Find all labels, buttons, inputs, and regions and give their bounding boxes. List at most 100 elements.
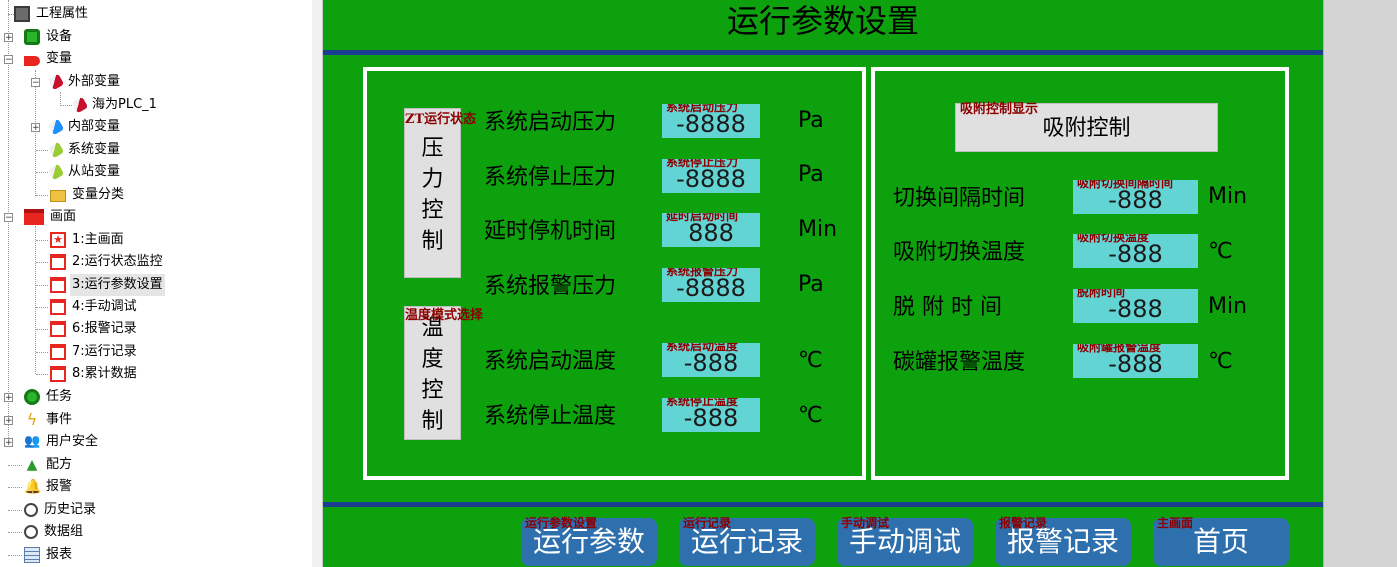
label-canister-alarm-temperature: 碳罐报警温度 — [893, 350, 1026, 375]
tree-item-recipe[interactable]: ▲ 配方 — [8, 454, 74, 476]
tree-item-label: 用户安全 — [46, 434, 99, 449]
pressure-control-button[interactable]: 压 力 控 制 — [404, 108, 461, 278]
expand-icon[interactable]: + — [4, 33, 13, 43]
unit-celsius: ℃ — [1208, 349, 1233, 374]
tree-item-screen-3[interactable]: 3:运行参数设置 — [36, 274, 165, 296]
label-switch-interval-time: 切换间隔时间 — [893, 186, 1026, 211]
data-group-clock-icon — [24, 525, 38, 539]
tree-item-data-group[interactable]: 数据组 — [8, 521, 85, 543]
expand-icon[interactable]: + — [4, 416, 13, 426]
expand-icon[interactable]: + — [4, 438, 13, 448]
tree-item-variable-categories[interactable]: 变量分类 — [36, 184, 126, 206]
tree-item-label: 历史记录 — [44, 502, 97, 517]
report-table-icon — [24, 547, 40, 563]
nav-manual-debug-button[interactable]: 手动调试 手动调试 — [837, 516, 973, 566]
device-icon — [24, 29, 40, 45]
variable-tag-icon — [24, 55, 40, 66]
value-system-stop-pressure[interactable]: 系统停止压力 -8888 — [662, 159, 760, 193]
value-tag: 系统启动压力 — [666, 104, 739, 114]
screen-page-icon — [50, 321, 66, 337]
value-system-alarm-pressure[interactable]: 系统报警压力 -8888 — [662, 268, 760, 302]
value-system-start-pressure[interactable]: 系统启动压力 -8888 — [662, 104, 760, 138]
tree-item-label: 设备 — [46, 29, 73, 44]
system-variable-icon — [47, 141, 65, 159]
screen-icon — [24, 209, 44, 225]
properties-icon — [14, 6, 30, 22]
tree-item-screens[interactable]: 画面 — [24, 206, 78, 228]
value-text: -888 — [683, 349, 739, 377]
collapse-icon[interactable]: − — [31, 78, 40, 88]
tree-item-report[interactable]: 报表 — [8, 544, 74, 566]
temperature-mode-tag: 温度模式选择 — [405, 308, 484, 323]
nav-run-params-button[interactable]: 运行参数设置 运行参数 — [521, 516, 657, 566]
collapse-icon[interactable]: − — [4, 213, 13, 223]
value-tag: 系统停止压力 — [666, 159, 739, 169]
value-tag: 系统启动温度 — [666, 343, 739, 353]
tree-item-screen-4[interactable]: 4:手动调试 — [36, 296, 139, 318]
label-system-stop-pressure: 系统停止压力 — [484, 165, 617, 190]
tree-item-device[interactable]: 设备 — [24, 26, 74, 48]
screen-page-icon — [50, 299, 66, 315]
screen-page-icon — [50, 277, 66, 293]
unit-min: Min — [1208, 294, 1248, 319]
tree-item-internal-variables[interactable]: 内部变量 — [47, 116, 122, 138]
expand-icon[interactable]: + — [31, 123, 40, 133]
value-tag: 系统停止温度 — [666, 398, 739, 408]
tree-item-user-security[interactable]: 👥 用户安全 — [24, 431, 100, 453]
value-system-start-temperature[interactable]: 系统启动温度 -888 — [662, 343, 760, 377]
tree-item-label: 6:报警记录 — [72, 321, 137, 336]
plc-variable-icon — [71, 96, 89, 114]
nav-alarm-records-button[interactable]: 报警记录 报警记录 — [995, 516, 1131, 566]
tree-item-history[interactable]: 历史记录 — [8, 499, 98, 521]
screen-page-icon — [50, 254, 66, 270]
tree-item-plc[interactable]: 海为PLC_1 — [60, 94, 159, 116]
value-desorption-time[interactable]: 脱附时间 -888 — [1073, 289, 1198, 323]
project-tree[interactable]: 工程属性 + 设备 − 变量 − 外部变量 海为PLC_1 + 内部变量 系统变… — [0, 0, 313, 567]
nav-run-records-button[interactable]: 运行记录 运行记录 — [679, 516, 815, 566]
value-tag: 系统报警压力 — [666, 268, 739, 278]
tree-item-external-variables[interactable]: 外部变量 — [47, 71, 122, 93]
tree-item-label: 3:运行参数设置 — [70, 274, 165, 296]
value-canister-alarm-temperature[interactable]: 吸附罐报警温度 -888 — [1073, 344, 1198, 378]
tree-item-events[interactable]: ϟ 事件 — [24, 409, 74, 431]
tree-item-label: 系统变量 — [68, 142, 121, 157]
alarm-bell-icon: 🔔 — [24, 479, 42, 495]
value-adsorption-switch-temperature[interactable]: 吸附切换温度 -888 — [1073, 234, 1198, 268]
temperature-control-button[interactable]: 温 度 控 制 — [404, 306, 461, 440]
expand-icon[interactable]: + — [4, 393, 13, 403]
value-text: -8888 — [676, 165, 746, 193]
value-text: -888 — [1108, 240, 1163, 268]
tree-item-tasks[interactable]: 任务 — [24, 386, 74, 408]
nav-home-button[interactable]: 主画面 首页 — [1153, 516, 1289, 566]
tree-item-screen-1[interactable]: ★ 1:主画面 — [36, 229, 126, 251]
value-text: 888 — [688, 219, 734, 247]
tree-item-project-properties[interactable]: 工程属性 — [8, 3, 90, 25]
nav-label: 首页 — [1192, 525, 1249, 558]
tree-item-screen-7[interactable]: 7:运行记录 — [36, 341, 139, 363]
value-switch-interval-time[interactable]: 吸附切换间隔时间 -888 — [1073, 180, 1198, 214]
tree-item-label: 从站变量 — [68, 164, 121, 179]
label-system-alarm-pressure: 系统报警压力 — [484, 274, 617, 299]
tree-item-screen-6[interactable]: 6:报警记录 — [36, 318, 139, 340]
tree-item-alarm[interactable]: 🔔 报警 — [8, 476, 74, 498]
adsorption-control-button[interactable]: 吸附控制显示 吸附控制 — [955, 102, 1218, 152]
tree-item-label: 数据组 — [44, 524, 84, 539]
tree-item-system-variables[interactable]: 系统变量 — [36, 139, 122, 161]
panel-splitter[interactable] — [312, 0, 323, 567]
tree-item-screen-8[interactable]: 8:累计数据 — [36, 363, 139, 385]
tree-item-variables[interactable]: 变量 — [24, 48, 74, 70]
tree-item-screen-2[interactable]: 2:运行状态监控 — [36, 251, 165, 273]
nav-tag: 主画面 — [1157, 516, 1194, 530]
tree-item-slave-variables[interactable]: 从站变量 — [36, 161, 122, 183]
label-system-start-temperature: 系统启动温度 — [484, 349, 617, 374]
value-text: -8888 — [676, 274, 746, 302]
hmi-screen-canvas: 运行参数设置 ZT运行状态 压 力 控 制 温度模式选择 温 度 控 制 系统启… — [323, 0, 1323, 567]
tree-item-label: 变量 — [46, 51, 73, 66]
tree-item-label: 内部变量 — [68, 119, 121, 134]
collapse-icon[interactable]: − — [4, 55, 13, 65]
value-system-stop-temperature[interactable]: 系统停止温度 -888 — [662, 398, 760, 432]
right-margin-area — [1323, 0, 1397, 567]
unit-celsius: ℃ — [798, 348, 823, 373]
value-delay-stop-time[interactable]: 延时启动时间 888 — [662, 213, 760, 247]
tree-item-label: 报表 — [46, 547, 73, 562]
